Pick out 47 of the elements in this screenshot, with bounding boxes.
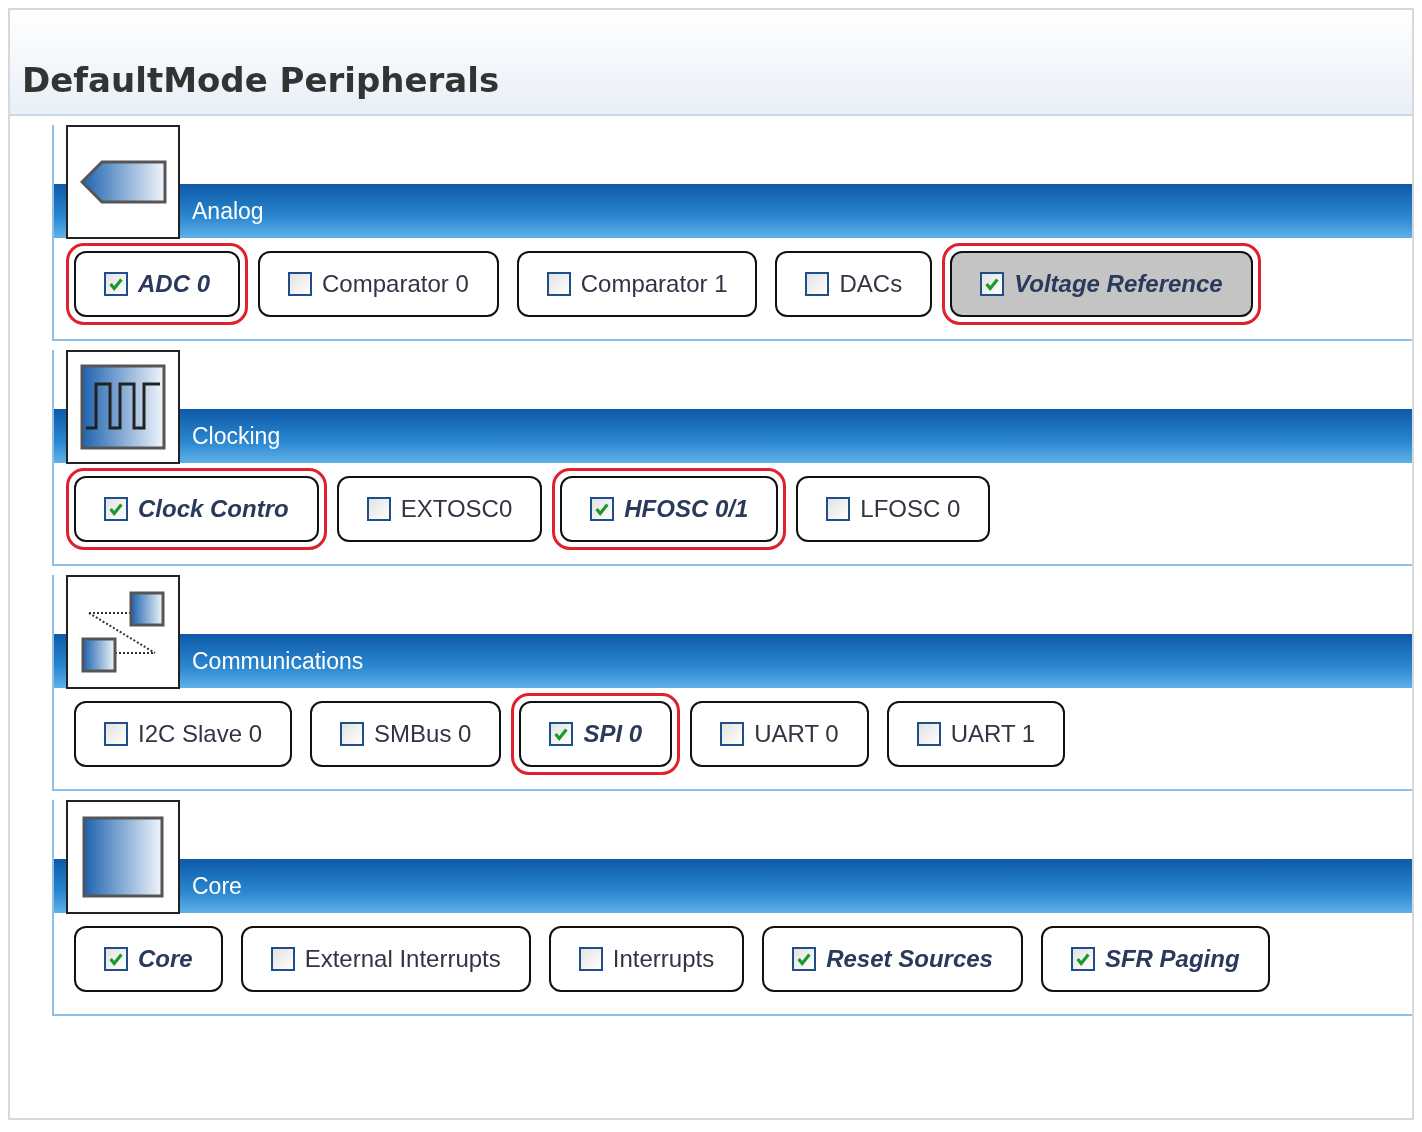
peripheral-toggle[interactable]: DACs	[775, 251, 933, 317]
peripheral-toggle[interactable]: Reset Sources	[762, 926, 1023, 992]
checkbox[interactable]	[288, 272, 312, 296]
checkbox[interactable]	[916, 722, 941, 746]
checkbox[interactable]	[590, 497, 615, 521]
section-title: Communications	[192, 647, 364, 675]
peripheral-toggle[interactable]: SFR Paging	[1040, 926, 1270, 992]
section-title: Analog	[192, 197, 264, 225]
peripheral-toggle[interactable]: Voltage Reference	[950, 251, 1253, 317]
peripheral-toggle[interactable]: UART 0	[690, 701, 869, 767]
checkbox[interactable]	[104, 722, 128, 746]
checkbox[interactable]	[805, 272, 830, 296]
checkbox[interactable]	[270, 947, 295, 971]
connected-squares-icon	[81, 591, 165, 673]
peripheral-toggle[interactable]: HFOSC 0/1	[560, 476, 779, 542]
checkbox[interactable]	[980, 272, 1005, 296]
peripheral-toggle[interactable]: LFOSC 0	[796, 476, 991, 542]
peripheral-toggle[interactable]: Comparator 1	[516, 251, 758, 317]
checkbox[interactable]	[366, 497, 391, 521]
peripheral-toggle[interactable]: Interrupts	[548, 926, 745, 992]
page-title: DefaultMode Peripherals	[22, 60, 500, 100]
checkbox[interactable]	[720, 722, 745, 746]
peripheral-toggle[interactable]: External Interrupts	[240, 926, 531, 992]
peripheral-toggle[interactable]: SMBus 0	[310, 701, 502, 767]
checkbox[interactable]	[104, 947, 128, 971]
peripheral-toggle[interactable]: SPI 0	[519, 701, 673, 767]
peripheral-toggle[interactable]: Comparator 0	[258, 251, 499, 317]
peripheral-toggle[interactable]: I2C Slave 0	[74, 701, 293, 767]
peripheral-toggle[interactable]: ADC 0	[74, 251, 240, 317]
checkbox[interactable]	[792, 947, 817, 971]
checkbox[interactable]	[104, 497, 128, 521]
checkbox[interactable]	[826, 497, 851, 521]
square-icon	[82, 816, 164, 898]
peripheral-toggle[interactable]: UART 1	[886, 701, 1066, 767]
section-title: Core	[192, 872, 242, 900]
checkbox[interactable]	[1070, 947, 1095, 971]
arrow-tag-icon	[79, 160, 167, 204]
checkbox[interactable]	[578, 947, 603, 971]
checkbox[interactable]	[549, 722, 574, 746]
checkbox[interactable]	[104, 272, 128, 296]
peripheral-toggle[interactable]: EXTOSC0	[336, 476, 543, 542]
peripheral-toggle[interactable]: Clock Contro	[74, 476, 319, 542]
peripheral-toggle[interactable]: Core	[74, 926, 223, 992]
checkbox[interactable]	[546, 272, 571, 296]
checkbox[interactable]	[340, 722, 365, 746]
square-wave-icon	[80, 364, 166, 450]
section-title: Clocking	[192, 422, 281, 450]
